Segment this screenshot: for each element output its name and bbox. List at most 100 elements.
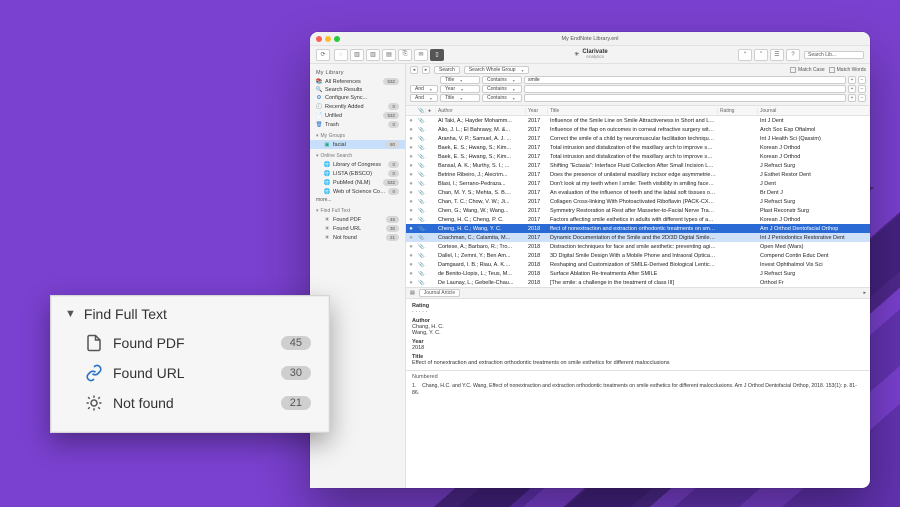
list-header: 📎● Author Year Title Rating Journal	[406, 106, 870, 116]
sidebar-item[interactable]: ✳ Found PDF 45	[310, 215, 405, 224]
tb-sync-button[interactable]: ⟳	[316, 49, 330, 61]
col-year[interactable]: Year	[526, 108, 548, 114]
search-op-select[interactable]: And	[410, 94, 438, 102]
title-value[interactable]: Effect of nonextraction and extraction o…	[412, 360, 864, 366]
sidebar-item[interactable]: 📚 All References 532	[310, 77, 405, 86]
search-op-select[interactable]: And	[410, 85, 438, 93]
search-cond-select[interactable]: Contains	[482, 76, 522, 84]
sidebar-item[interactable]: 📄 Unfiled 532	[310, 111, 405, 120]
sidebar-item[interactable]: 🕘 Recently Added 0	[310, 102, 405, 111]
find-full-text-callout: ▼ Find Full Text Found PDF 45 Found URL …	[50, 295, 330, 433]
sidebar-item[interactable]: ▣ facial 80	[310, 140, 405, 149]
callout-row[interactable]: Found URL 30	[65, 358, 315, 388]
minimize-icon[interactable]	[325, 36, 331, 42]
sidebar-item[interactable]: ✳ Not found 21	[310, 233, 405, 242]
search-mode[interactable]: Search	[434, 66, 460, 74]
table-row[interactable]: ●📎 Coachman, C.; Calamita, M...2017Dynam…	[406, 233, 870, 242]
table-row[interactable]: ●📎 de Benito-Llopis, L.; Teus, M...2018S…	[406, 269, 870, 278]
rating-value[interactable]: · · · · ·	[412, 309, 864, 315]
table-row[interactable]: ●📎 Chan, T. C.; Chow, V. W.; Ji...2017Co…	[406, 197, 870, 206]
table-row[interactable]: ●📎 Blasi, I.; Serrano-Pedraza...2017Don'…	[406, 179, 870, 188]
add-row-button[interactable]: +	[848, 85, 856, 93]
tb-card-button[interactable]: ▤	[382, 49, 396, 61]
online-search-title[interactable]: Online Search	[310, 149, 405, 160]
remove-row-button[interactable]: −	[858, 76, 866, 84]
sidebar-item-count: 0	[388, 170, 399, 177]
online-more-link[interactable]: more...	[310, 196, 405, 204]
search-term-input[interactable]: smile	[524, 76, 846, 84]
table-row[interactable]: ●📎 Betrine Ribeiro, J.; Alecrim...2017Do…	[406, 170, 870, 179]
table-row[interactable]: ●📎 Chen, G.; Wang, W.; Wang...2017Symmet…	[406, 206, 870, 215]
search-field-select[interactable]: Title	[440, 94, 480, 102]
add-row-button[interactable]: +	[848, 94, 856, 102]
col-rating[interactable]: Rating	[718, 108, 758, 114]
quick-search-input[interactable]: Search Lib...	[804, 51, 864, 59]
sidebar-item-label: facial	[333, 142, 383, 148]
table-row[interactable]: ●📎 Chan, M. Y. S.; Mehta, S. B....2017An…	[406, 188, 870, 197]
sidebar-item-count: 0	[388, 103, 399, 110]
sidebar-item[interactable]: ✳ Found URL 30	[310, 224, 405, 233]
col-author[interactable]: Author	[436, 108, 526, 114]
table-row[interactable]: ●📎 Baek, E. S.; Hwang, S.; Kim...2017Tot…	[406, 152, 870, 161]
callout-row[interactable]: Found PDF 45	[65, 328, 315, 358]
table-row[interactable]: ●📎 Alio, J. L.; El Bahrawy, M. &...2017I…	[406, 125, 870, 134]
year-value[interactable]: 2018	[412, 345, 864, 351]
sidebar-item[interactable]: 🌐 Web of Science Core Collection... 0	[310, 187, 405, 196]
sidebar-item[interactable]: 🗑 Trash 0	[310, 120, 405, 129]
sidebar-item[interactable]: ⚙ Configure Sync...	[310, 94, 405, 102]
brand: ✳ Clarivate Analytics	[448, 49, 734, 60]
search-cond-select[interactable]: Contains	[482, 85, 522, 93]
table-row[interactable]: ●📎 Cheng, H. C.; Cheng, P. C.2017Factors…	[406, 215, 870, 224]
table-row[interactable]: ●📎 Dallel, I.; Zemni, Y.; Ben Am...20183…	[406, 251, 870, 260]
table-row[interactable]: ●📎 Baek, E. S.; Hwang, S.; Kim...2017Tot…	[406, 143, 870, 152]
tb-globe-button[interactable]: ◌	[334, 49, 348, 61]
col-journal[interactable]: Journal	[758, 108, 870, 114]
search-term-input[interactable]	[524, 85, 846, 93]
citation-style[interactable]: Numbered	[412, 373, 864, 383]
table-row[interactable]: ●📎 Cheng, H. C.; Wang, Y. C.2018ffect of…	[406, 224, 870, 233]
add-row-button[interactable]: +	[848, 76, 856, 84]
table-row[interactable]: ●📎 Damgaard, I. B.; Riau, A. K....2018Re…	[406, 260, 870, 269]
search-cond-select[interactable]: Contains	[482, 94, 522, 102]
search-field-select[interactable]: Title	[440, 76, 480, 84]
col-title[interactable]: Title	[548, 108, 718, 114]
remove-row-button[interactable]: −	[858, 94, 866, 102]
callout-row[interactable]: Not found 21	[65, 388, 315, 418]
tb-list-button[interactable]: ☰	[770, 49, 784, 61]
sidebar-item[interactable]: 🔍 Search Results	[310, 86, 405, 94]
tb-clip-button[interactable]: ⎘	[398, 49, 412, 61]
sidebar-item[interactable]: 🌐 Library of Congress 0	[310, 160, 405, 169]
disclosure-triangle-icon[interactable]: ▼	[65, 308, 76, 320]
sidebar-item[interactable]: 🌐 LISTA (EBSCO) 0	[310, 169, 405, 178]
search-field-select[interactable]: Year	[440, 85, 480, 93]
not-icon	[85, 394, 103, 412]
ref-type-select[interactable]: Journal Article	[419, 289, 460, 297]
close-icon[interactable]	[316, 36, 322, 42]
table-row[interactable]: ●📎 Bansal, A. K.; Murthy, S. I.; ...2017…	[406, 161, 870, 170]
match-case-checkbox[interactable]: Match Case	[790, 67, 825, 73]
callout-row-label: Found URL	[113, 365, 271, 381]
tb-ref-button[interactable]: ▯	[430, 49, 444, 61]
find-full-text-title[interactable]: Find Full Text	[310, 204, 405, 215]
tb-folder-button[interactable]: ▥	[350, 49, 364, 61]
search-term-input[interactable]	[524, 94, 846, 102]
search-scope[interactable]: Search Whole Group	[464, 66, 529, 74]
maximize-icon[interactable]	[334, 36, 340, 42]
remove-row-button[interactable]: −	[858, 85, 866, 93]
author-value[interactable]: Chang, H. C. Wang, Y. C.	[412, 324, 864, 336]
match-words-checkbox[interactable]: Match Words	[829, 67, 866, 73]
sidebar-item[interactable]: 🌐 PubMed (NLM) 532	[310, 178, 405, 187]
my-groups-title[interactable]: My Groups	[310, 129, 405, 140]
sidebar-item-icon: 🌐	[324, 180, 330, 186]
tb-help-button[interactable]: ?	[786, 49, 800, 61]
tb-quote-button[interactable]: “	[738, 49, 752, 61]
table-row[interactable]: ●📎 Al Taki, A.; Hayder Mohamm...2017Infl…	[406, 116, 870, 125]
table-row[interactable]: ●📎 De Launay, L.; Gebelle-Chau...2018[Th…	[406, 278, 870, 287]
table-row[interactable]: ●📎 Aranha, V. P.; Samuel, A. J. ...2017C…	[406, 134, 870, 143]
tb-dquote-button[interactable]: ”	[754, 49, 768, 61]
search-prev-button[interactable]: ◂	[410, 66, 418, 74]
tb-file-button[interactable]: ▥	[366, 49, 380, 61]
tb-mail-button[interactable]: ✉	[414, 49, 428, 61]
search-next-button[interactable]: ▸	[422, 66, 430, 74]
table-row[interactable]: ●📎 Cortese, A.; Barbaro, R.; Tro...2018D…	[406, 242, 870, 251]
